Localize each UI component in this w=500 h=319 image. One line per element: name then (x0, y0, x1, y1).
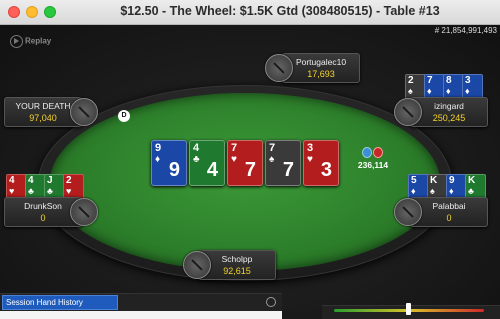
player-avatar[interactable] (183, 251, 211, 279)
player-avatar[interactable] (70, 98, 98, 126)
player-stack: 250,245 (432, 113, 466, 123)
close-window-button[interactable] (8, 6, 20, 18)
board-card: 4 ♣ 4 (189, 140, 225, 186)
session-hand-history-button[interactable]: Session Hand History (2, 295, 118, 310)
sitting-out-icon (191, 259, 203, 271)
pot-chips-icon (352, 147, 394, 159)
player-name: izingard (434, 101, 464, 111)
player-avatar[interactable] (394, 98, 422, 126)
history-list[interactable] (0, 311, 282, 319)
sitting-out-icon (78, 106, 90, 118)
title-bar: $12.50 - The Wheel: $1.5K Gtd (308480515… (0, 0, 500, 25)
player-avatar[interactable] (394, 198, 422, 226)
board-card: 7 ♥ 7 (227, 140, 263, 186)
replay-icon (10, 35, 23, 48)
player-stack: 17,693 (307, 69, 335, 79)
player-name: Portugalec10 (295, 57, 347, 67)
player-avatar[interactable] (265, 54, 293, 82)
window-title: $12.50 - The Wheel: $1.5K Gtd (308480515… (120, 4, 440, 18)
replay-label: Replay (25, 36, 52, 46)
minimize-window-button[interactable] (26, 6, 38, 18)
bet-slider-thumb[interactable] (406, 303, 411, 315)
sitting-out-icon (78, 206, 90, 218)
maximize-window-button[interactable] (44, 6, 56, 18)
pot-amount: 236,114 (357, 160, 389, 170)
sitting-out-icon (402, 106, 414, 118)
player-avatar[interactable] (70, 198, 98, 226)
sitting-out-icon (402, 206, 414, 218)
bet-slider-panel (322, 305, 500, 319)
hand-number: # 21,854,991,493 (434, 26, 497, 35)
gear-icon[interactable] (266, 297, 276, 307)
pot: 236,114 (352, 147, 394, 170)
player-stack: 0 (446, 213, 452, 223)
board-card: 7 ♠ 7 (265, 140, 301, 186)
player-plate[interactable]: Portugalec10 17,693 (282, 53, 360, 83)
replay-button[interactable]: Replay (10, 35, 51, 48)
dealer-button: D (118, 110, 130, 122)
poker-table-area: # 21,854,991,493 Replay D 9 ♦ 9 4 ♣ 4 7 ♥ 7 7 ♠… (0, 25, 500, 319)
board-card: 3 ♥ 3 (303, 140, 339, 186)
player-name: Palabbai (432, 201, 466, 211)
board-card: 9 ♦ 9 (151, 140, 187, 186)
sitting-out-icon (273, 62, 285, 74)
